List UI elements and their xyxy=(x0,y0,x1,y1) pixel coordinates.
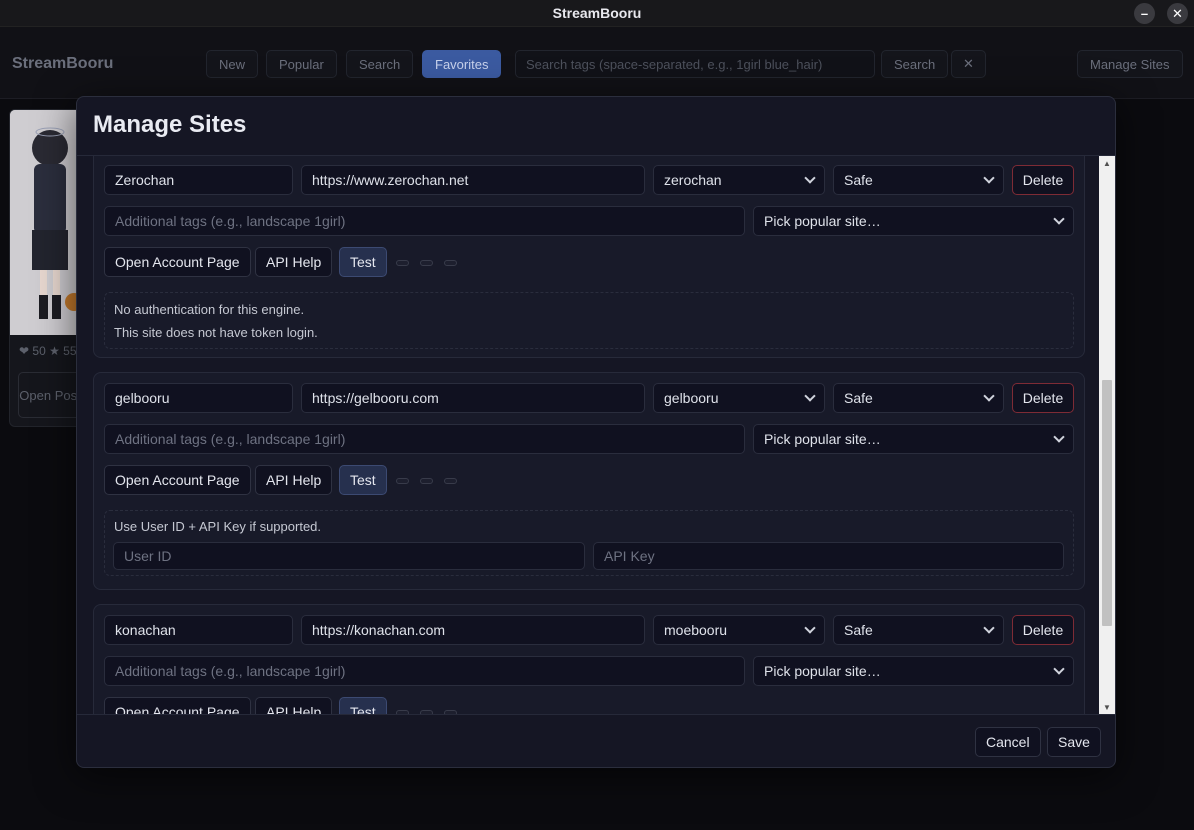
sites-scrollbar[interactable]: ▲ ▼ xyxy=(1099,156,1115,714)
open-post-button[interactable]: Open Post xyxy=(18,372,82,418)
engine-value: zerochan xyxy=(664,172,722,188)
stars-count: ★ 55 xyxy=(49,344,77,358)
rating-select[interactable]: Safe xyxy=(833,165,1004,195)
chevron-down-icon xyxy=(804,622,816,634)
engine-select[interactable]: moebooru xyxy=(653,615,825,645)
auth-info: This site does not have token login. xyxy=(114,325,318,340)
test-site-button[interactable]: Test xyxy=(339,697,387,714)
user-id-input[interactable]: User ID xyxy=(113,542,585,570)
save-button[interactable]: Save xyxy=(1047,727,1101,757)
site-entry: konachan https://konachan.com moebooru S… xyxy=(93,604,1085,714)
delete-site-button[interactable]: Delete xyxy=(1012,165,1074,195)
status-indicator xyxy=(420,478,433,484)
window-titlebar: StreamBooru – ✕ xyxy=(0,0,1194,27)
chevron-down-icon xyxy=(1053,431,1065,443)
nav-search-button[interactable]: Search xyxy=(346,50,414,78)
minimize-button[interactable]: – xyxy=(1134,3,1155,24)
scroll-down-icon[interactable]: ▼ xyxy=(1099,700,1115,714)
test-site-button[interactable]: Test xyxy=(339,465,387,495)
nav-favorites-button[interactable]: Favorites xyxy=(422,50,502,78)
site-url-input[interactable]: https://konachan.com xyxy=(301,615,645,645)
window-title: StreamBooru xyxy=(552,5,642,21)
clear-icon: ✕ xyxy=(963,56,974,71)
window-close-button[interactable]: ✕ xyxy=(1167,3,1188,24)
nav-popular-button[interactable]: Popular xyxy=(266,50,337,78)
rating-select[interactable]: Safe xyxy=(833,383,1004,413)
delete-site-button[interactable]: Delete xyxy=(1012,615,1074,645)
status-indicator xyxy=(420,260,433,266)
scrollbar-thumb[interactable] xyxy=(1102,380,1112,626)
popular-site-select[interactable]: Pick popular site… xyxy=(753,424,1074,454)
test-site-button[interactable]: Test xyxy=(339,247,387,277)
status-indicator xyxy=(396,478,409,484)
additional-tags-input[interactable]: Additional tags (e.g., landscape 1girl) xyxy=(104,206,745,236)
manage-sites-dialog: Manage Sites Zerochan https://www.zeroch… xyxy=(76,96,1116,768)
chevron-down-icon xyxy=(1053,213,1065,225)
api-help-button[interactable]: API Help xyxy=(255,247,333,277)
minimize-icon: – xyxy=(1140,6,1149,21)
close-icon: ✕ xyxy=(1172,5,1183,21)
rating-value: Safe xyxy=(844,390,873,406)
status-indicator xyxy=(444,478,457,484)
api-help-button[interactable]: API Help xyxy=(255,465,333,495)
engine-select[interactable]: zerochan xyxy=(653,165,825,195)
delete-site-button[interactable]: Delete xyxy=(1012,383,1074,413)
dialog-title: Manage Sites xyxy=(93,111,247,138)
engine-select[interactable]: gelbooru xyxy=(653,383,825,413)
rating-select[interactable]: Safe xyxy=(833,615,1004,645)
chevron-down-icon xyxy=(804,390,816,402)
popular-site-value: Pick popular site… xyxy=(764,431,881,447)
scroll-up-icon[interactable]: ▲ xyxy=(1099,156,1115,170)
popular-site-select[interactable]: Pick popular site… xyxy=(753,206,1074,236)
open-account-page-button[interactable]: Open Account Page xyxy=(104,697,251,714)
additional-tags-input[interactable]: Additional tags (e.g., landscape 1girl) xyxy=(104,424,745,454)
likes-count: ❤ 50 xyxy=(19,344,46,358)
site-url-input[interactable]: https://gelbooru.com xyxy=(301,383,645,413)
additional-tags-input[interactable]: Additional tags (e.g., landscape 1girl) xyxy=(104,656,745,686)
status-indicator xyxy=(396,260,409,266)
api-key-input[interactable]: API Key xyxy=(593,542,1064,570)
chevron-down-icon xyxy=(983,172,995,184)
api-help-button[interactable]: API Help xyxy=(255,697,333,714)
site-name-input[interactable]: konachan xyxy=(104,615,293,645)
engine-value: moebooru xyxy=(664,622,728,638)
rating-value: Safe xyxy=(844,622,873,638)
post-stats: ❤ 50 ★ 55 xyxy=(19,344,77,358)
engine-value: gelbooru xyxy=(664,390,719,406)
app-toolbar: StreamBooru New Popular Search Favorites… xyxy=(0,27,1194,99)
auth-info: Use User ID + API Key if supported. xyxy=(114,519,322,534)
chevron-down-icon xyxy=(983,622,995,634)
footer-divider xyxy=(77,714,1115,715)
site-name-input[interactable]: gelbooru xyxy=(104,383,293,413)
open-account-page-button[interactable]: Open Account Page xyxy=(104,465,251,495)
sites-list: Zerochan https://www.zerochan.net zeroch… xyxy=(77,156,1115,714)
chevron-down-icon xyxy=(804,172,816,184)
site-name-input[interactable]: Zerochan xyxy=(104,165,293,195)
cancel-button[interactable]: Cancel xyxy=(975,727,1041,757)
chevron-down-icon xyxy=(1053,663,1065,675)
site-url-input[interactable]: https://www.zerochan.net xyxy=(301,165,645,195)
app-brand: StreamBooru xyxy=(12,55,114,72)
popular-site-value: Pick popular site… xyxy=(764,213,881,229)
open-account-page-button[interactable]: Open Account Page xyxy=(104,247,251,277)
manage-sites-button[interactable]: Manage Sites xyxy=(1077,50,1183,78)
search-submit-button[interactable]: Search xyxy=(881,50,949,78)
popular-site-select[interactable]: Pick popular site… xyxy=(753,656,1074,686)
clear-search-button[interactable]: ✕ xyxy=(951,50,986,78)
auth-section: Use User ID + API Key if supported. User… xyxy=(104,510,1074,576)
rating-value: Safe xyxy=(844,172,873,188)
auth-info: No authentication for this engine. xyxy=(114,302,305,317)
popular-site-value: Pick popular site… xyxy=(764,663,881,679)
chevron-down-icon xyxy=(983,390,995,402)
nav-new-button[interactable]: New xyxy=(206,50,259,78)
site-entry: Zerochan https://www.zerochan.net zeroch… xyxy=(93,156,1085,358)
site-entry: gelbooru https://gelbooru.com gelbooru S… xyxy=(93,372,1085,590)
tag-search-input[interactable]: Search tags (space-separated, e.g., 1gir… xyxy=(515,50,875,78)
auth-section: No authentication for this engine. This … xyxy=(104,292,1074,349)
status-indicator xyxy=(444,260,457,266)
